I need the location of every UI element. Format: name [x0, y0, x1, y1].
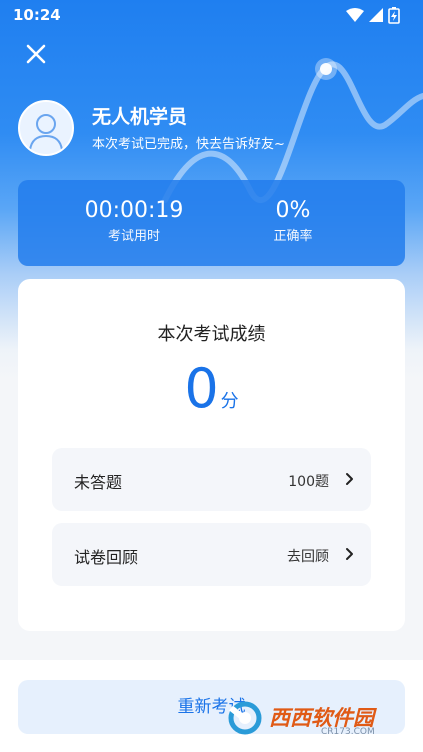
score-unit: 分: [220, 391, 239, 412]
signal-icon: [369, 8, 383, 22]
stats-card: 00:00:19 考试用时 0% 正确率: [18, 180, 405, 266]
unanswered-row[interactable]: 未答题 100题: [52, 448, 371, 511]
status-icons: [346, 7, 400, 24]
avatar: [18, 100, 74, 156]
accuracy-label: 正确率: [273, 229, 313, 244]
exam-time-label: 考试用时: [107, 229, 160, 244]
status-time: 10:24: [13, 6, 61, 24]
paper-review-row[interactable]: 试卷回顾 去回顾: [52, 523, 371, 586]
watermark-logo-icon: [228, 701, 262, 735]
unanswered-count: 100题: [288, 474, 329, 490]
chevron-right-icon: [346, 548, 353, 560]
paper-review-label: 试卷回顾: [74, 548, 139, 567]
watermark-domain: CR173.COM: [321, 727, 375, 737]
battery-icon: [388, 7, 400, 24]
accuracy-value: 0%: [275, 198, 311, 223]
user-subtitle: 本次考试已完成，快去告诉好友~: [92, 137, 285, 152]
exam-time-value: 00:00:19: [84, 198, 184, 223]
paper-review-link: 去回顾: [287, 549, 329, 565]
score-display: 0分: [18, 357, 405, 420]
score-card: 本次考试成绩 0分 未答题 100题 试卷回顾 去回顾: [18, 279, 405, 631]
wifi-icon: [346, 8, 364, 22]
stat-exam-time: 00:00:19 考试用时: [74, 198, 194, 244]
watermark: 西西软件园 CR173.COM: [223, 698, 403, 738]
close-icon[interactable]: [22, 40, 50, 68]
status-bar: 10:24: [0, 0, 423, 30]
score-value: 0: [184, 357, 219, 420]
user-name: 无人机学员: [92, 106, 188, 128]
score-title: 本次考试成绩: [157, 324, 266, 345]
chevron-right-icon: [346, 473, 353, 485]
unanswered-label: 未答题: [74, 473, 123, 492]
stat-accuracy: 0% 正确率: [238, 198, 348, 244]
